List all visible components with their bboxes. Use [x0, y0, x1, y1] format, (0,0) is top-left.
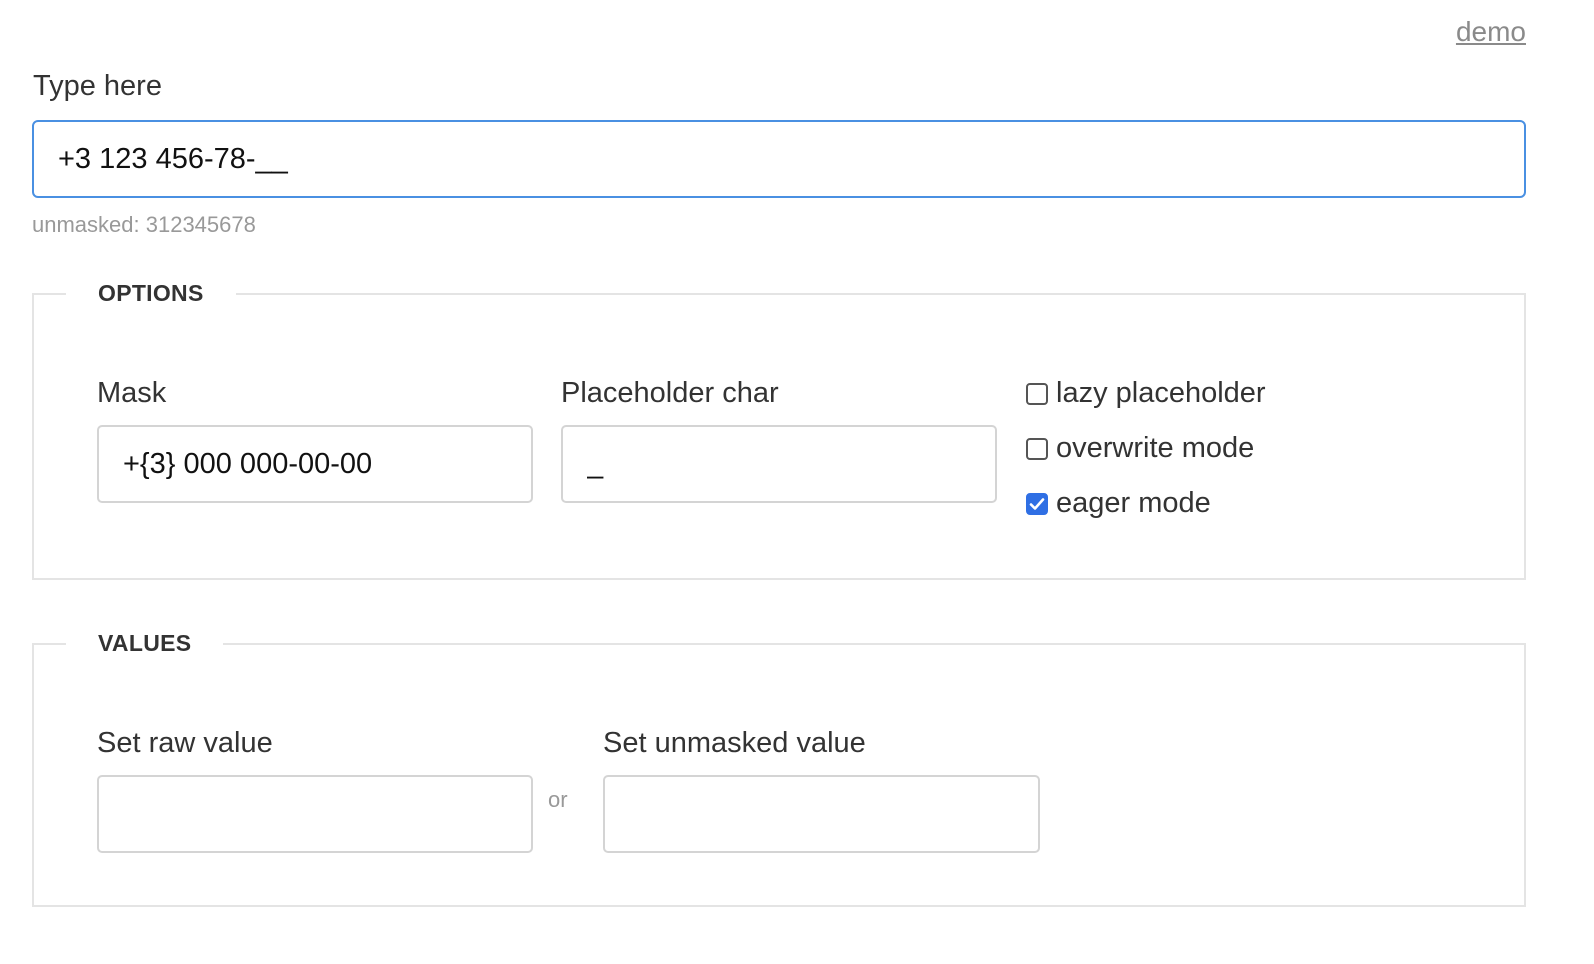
lazy-placeholder-label: lazy placeholder — [1056, 377, 1266, 409]
eager-mode-checkbox-row[interactable]: eager mode — [1026, 487, 1211, 520]
values-legend: VALUES — [98, 630, 192, 656]
eager-mode-checkbox[interactable] — [1026, 492, 1048, 515]
set-unmasked-value-input[interactable] — [603, 775, 1040, 853]
unmasked-prefix: unmasked: — [32, 212, 146, 237]
type-here-label: Type here — [33, 70, 162, 102]
set-unmasked-value-label: Set unmasked value — [603, 727, 866, 759]
unmasked-value: 312345678 — [145, 212, 256, 237]
unmasked-readout: unmasked: 312345678 — [32, 212, 256, 238]
options-fieldset: OPTIONS Mask Placeholder char lazy place… — [32, 280, 1526, 580]
mask-label: Mask — [97, 377, 167, 409]
masked-input[interactable] — [32, 120, 1526, 198]
set-raw-value-label: Set raw value — [97, 727, 273, 759]
overwrite-mode-label: overwrite mode — [1056, 432, 1255, 464]
overwrite-mode-checkbox-row[interactable]: overwrite mode — [1026, 432, 1254, 465]
mask-input[interactable] — [97, 425, 533, 503]
demo-link[interactable]: demo — [1456, 16, 1526, 48]
overwrite-mode-checkbox[interactable] — [1026, 437, 1048, 460]
checkmark-icon — [1029, 497, 1045, 510]
placeholder-char-label: Placeholder char — [561, 377, 779, 409]
lazy-placeholder-checkbox-row[interactable]: lazy placeholder — [1026, 377, 1266, 410]
placeholder-char-input[interactable] — [561, 425, 997, 503]
imask-demo-page: demo Type here unmasked: 312345678 OPTIO… — [0, 0, 1594, 964]
set-raw-value-input[interactable] — [97, 775, 533, 853]
or-separator: or — [548, 787, 568, 812]
lazy-placeholder-checkbox[interactable] — [1026, 382, 1048, 405]
values-fieldset: VALUES Set raw value or Set unmasked val… — [32, 630, 1526, 907]
options-legend: OPTIONS — [98, 280, 204, 306]
eager-mode-label: eager mode — [1056, 487, 1211, 519]
